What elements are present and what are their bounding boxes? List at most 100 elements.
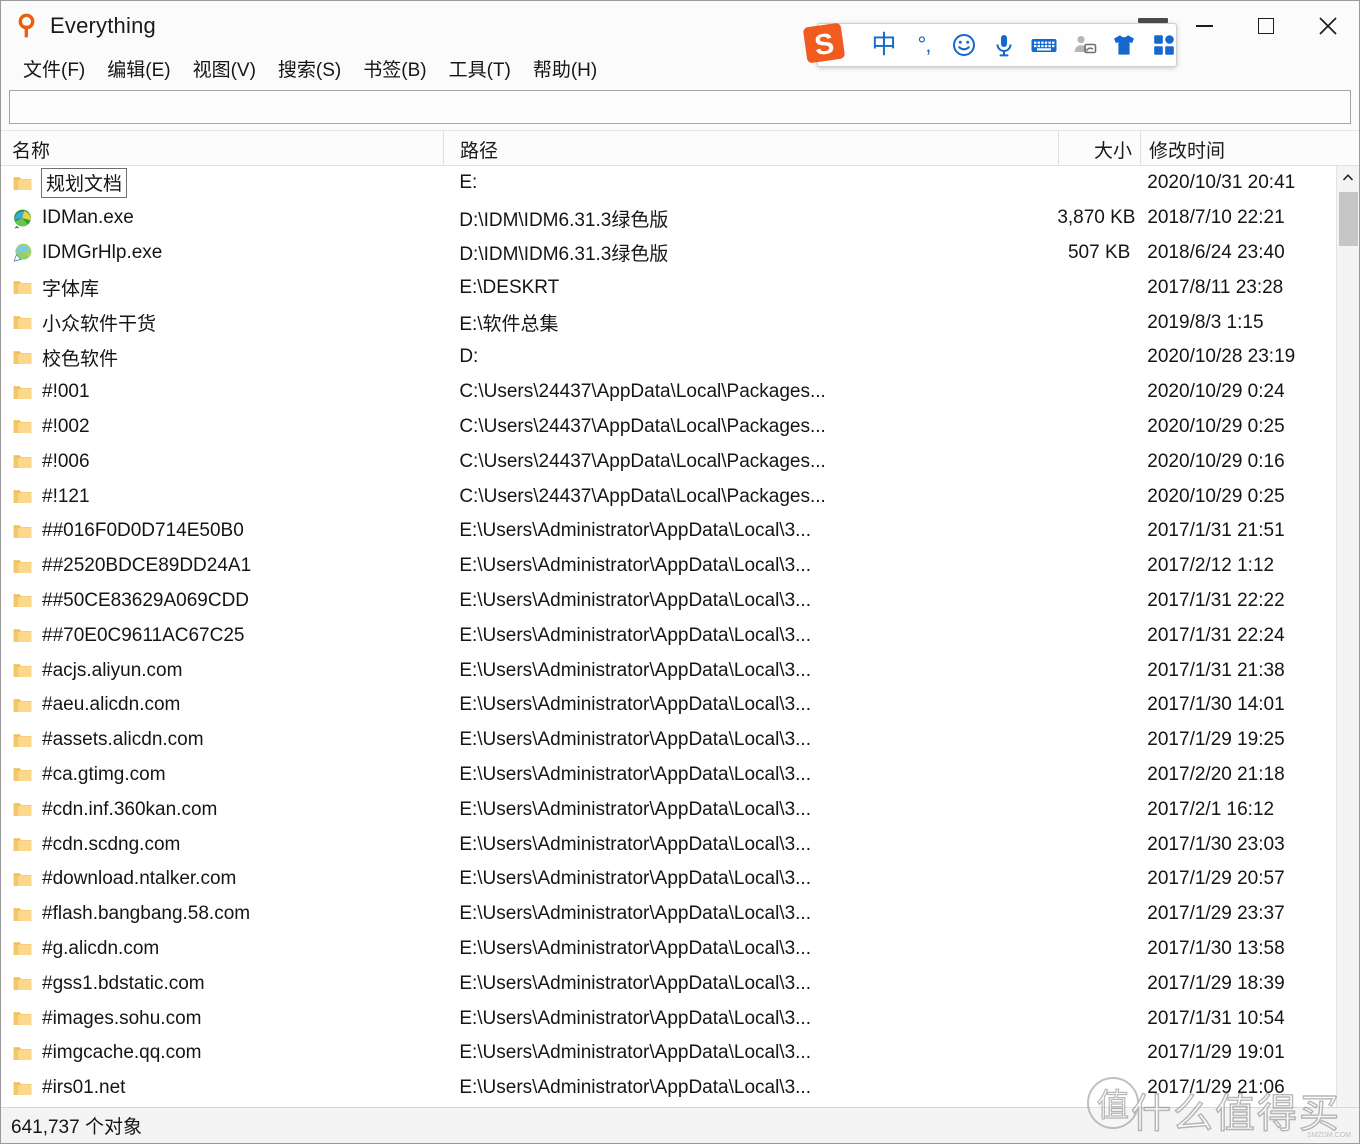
cell-path: E:\Users\Administrator\AppData\Local\3..… [459, 589, 811, 611]
search-input[interactable] [9, 90, 1351, 124]
close-button[interactable] [1297, 1, 1359, 51]
table-row[interactable]: #cdn.scdng.com E:\Users\Administrator\App… [1, 827, 1336, 862]
table-row[interactable]: #images.sohu.com E:\Users\Administrator\A… [1, 1001, 1336, 1036]
folder-icon [12, 590, 33, 611]
scrollbar-track[interactable] [1337, 190, 1359, 1107]
file-name: #irs01.net [42, 1077, 126, 1099]
file-name: #download.ntalker.com [42, 868, 237, 890]
menu-search[interactable]: 搜索(S) [267, 53, 352, 86]
ime-emoji[interactable] [946, 27, 982, 63]
cell-date: 2018/7/10 22:21 [1147, 207, 1285, 229]
table-row[interactable]: 规划文档 E: 2020/10/31 20:41 [1, 166, 1336, 201]
folder-icon [12, 347, 33, 368]
ime-chinese-mode[interactable]: 中 [866, 27, 902, 63]
table-row[interactable]: #download.ntalker.com E:\Users\Administra… [1, 862, 1336, 897]
table-row[interactable]: #g.alicdn.com E:\Users\Administrator\AppD… [1, 932, 1336, 967]
table-row[interactable]: #!002 C:\Users\24437\AppData\Local\Packag… [1, 410, 1336, 445]
table-row[interactable]: #gss1.bdstatic.com E:\Users\Administrator… [1, 966, 1336, 1001]
table-row[interactable]: ##016F0D0D714E50B0 E:\Users\Administrator… [1, 514, 1336, 549]
table-row[interactable]: ##70E0C9611AC67C25 E:\Users\Administrator… [1, 618, 1336, 653]
column-header-path[interactable]: 路径 [444, 131, 1059, 165]
file-name: #g.alicdn.com [42, 937, 160, 959]
cell-name: #aeu.alicdn.com [1, 694, 443, 716]
table-row[interactable]: #!001 C:\Users\24437\AppData\Local\Packag… [1, 375, 1336, 410]
table-row[interactable]: 小众软件干货 E:\软件总集 2019/8/3 1:15 [1, 305, 1336, 340]
table-row[interactable]: #acjs.aliyun.com E:\Users\Administrator\A… [1, 653, 1336, 688]
everything-window: Everything 文件(F) 编辑(E) 视图(V) 搜索(S) 书签(B)… [0, 0, 1360, 1144]
cell-name: #acjs.aliyun.com [1, 660, 443, 682]
cell-name: #ca.gtimg.com [1, 764, 443, 786]
cell-date: 2017/1/30 23:03 [1147, 833, 1285, 855]
table-row[interactable]: #ca.gtimg.com E:\Users\Administrator\AppD… [1, 758, 1336, 793]
table-row[interactable]: IDMan.exe D:\IDM\IDM6.31.3绿色版 3,870 KB 2018… [1, 201, 1336, 236]
ime-handwriting[interactable] [1066, 27, 1102, 63]
cell-name: ##50CE83629A069CDD [1, 590, 443, 612]
cell-date: 2017/1/30 14:01 [1147, 694, 1285, 716]
table-row[interactable]: #irs01.net E:\Users\Administrator\AppData… [1, 1071, 1336, 1106]
ime-drag-handle[interactable] [1138, 18, 1168, 23]
cell-path: E:\Users\Administrator\AppData\Local\3..… [459, 1007, 811, 1029]
close-icon [1319, 17, 1337, 35]
file-name: 字体库 [42, 279, 100, 301]
cell-path: E:\Users\Administrator\AppData\Local\3..… [459, 555, 811, 577]
menu-file[interactable]: 文件(F) [12, 53, 96, 86]
ime-skin[interactable] [1106, 27, 1142, 63]
cell-path: E:\软件总集 [459, 314, 559, 336]
vertical-scrollbar[interactable] [1336, 166, 1359, 1107]
column-header-name[interactable]: 名称 [1, 131, 444, 165]
table-row[interactable]: 校色软件 D: 2020/10/28 23:19 [1, 340, 1336, 375]
table-row[interactable]: #assets.alicdn.com E:\Users\Administrator… [1, 723, 1336, 758]
window-title: Everything [50, 13, 156, 38]
cell-path: E: [459, 172, 478, 194]
cell-path: D:\IDM\IDM6.31.3绿色版 [459, 244, 669, 266]
table-row[interactable]: #aeu.alicdn.com E:\Users\Administrator\Ap… [1, 688, 1336, 723]
column-header-size[interactable]: 大小 [1059, 131, 1141, 165]
table-row[interactable]: #!006 C:\Users\24437\AppData\Local\Packag… [1, 444, 1336, 479]
table-row[interactable]: ##2520BDCE89DD24A1 E:\Users\Administrator… [1, 549, 1336, 584]
menu-bookmark[interactable]: 书签(B) [352, 53, 437, 86]
cell-date: 2020/10/29 0:25 [1147, 485, 1285, 507]
table-row[interactable]: ##50CE83629A069CDD E:\Users\Administrator… [1, 584, 1336, 619]
cell-name: IDMan.exe [1, 207, 443, 229]
cell-path: E:\DESKRT [459, 276, 560, 298]
menu-edit[interactable]: 编辑(E) [96, 53, 181, 86]
cell-date: 2019/8/3 1:15 [1147, 311, 1264, 333]
folder-icon [12, 1043, 33, 1064]
file-name: #gss1.bdstatic.com [42, 972, 205, 994]
cell-size: 507 KB [1067, 241, 1131, 263]
ime-voice-input[interactable] [986, 27, 1022, 63]
cell-date: 2017/1/29 21:06 [1147, 1077, 1285, 1099]
table-row[interactable]: #imgcache.qq.com E:\Users\Administrator\A… [1, 1036, 1336, 1071]
table-row[interactable]: 字体库 E:\DESKRT 2017/8/11 23:28 [1, 270, 1336, 305]
cell-date: 2017/1/29 23:37 [1147, 903, 1285, 925]
sogou-logo-icon[interactable]: S [800, 18, 852, 70]
cell-name: #download.ntalker.com [1, 868, 443, 890]
sogou-ime-toolbar[interactable]: S 中 °, [803, 18, 1177, 67]
cell-path: E:\Users\Administrator\AppData\Local\3..… [459, 729, 811, 751]
scrollbar-thumb[interactable] [1339, 192, 1358, 246]
maximize-button[interactable] [1235, 1, 1297, 51]
file-name-focused: 规划文档 [41, 168, 128, 199]
cell-name: #images.sohu.com [1, 1008, 443, 1030]
scrollbar-up-button[interactable] [1337, 166, 1359, 190]
table-row[interactable]: IDMGrHlp.exe D:\IDM\IDM6.31.3绿色版 507 KB 201… [1, 236, 1336, 271]
menu-tools[interactable]: 工具(T) [438, 53, 522, 86]
ime-toolbox[interactable] [1146, 27, 1182, 63]
cell-name: #g.alicdn.com [1, 938, 443, 960]
menu-help[interactable]: 帮助(H) [522, 53, 608, 86]
menu-view[interactable]: 视图(V) [182, 53, 267, 86]
cell-name: #assets.alicdn.com [1, 729, 443, 751]
cell-name: #irs01.net [1, 1077, 443, 1099]
smiley-icon [953, 34, 975, 56]
column-header-date[interactable]: 修改时间 [1141, 131, 1338, 165]
cell-name: ##70E0C9611AC67C25 [1, 625, 443, 647]
file-name: #!006 [42, 450, 90, 472]
folder-icon [12, 1008, 33, 1029]
ime-punctuation-mode[interactable]: °, [906, 27, 942, 63]
minimize-button[interactable] [1173, 1, 1235, 51]
table-row[interactable]: #cdn.inf.360kan.com E:\Users\Administrato… [1, 792, 1336, 827]
file-name: #flash.bangbang.58.com [42, 903, 251, 925]
ime-soft-keyboard[interactable] [1026, 27, 1062, 63]
table-row[interactable]: #!121 C:\Users\24437\AppData\Local\Packag… [1, 479, 1336, 514]
table-row[interactable]: #flash.bangbang.58.com E:\Users\Administr… [1, 897, 1336, 932]
